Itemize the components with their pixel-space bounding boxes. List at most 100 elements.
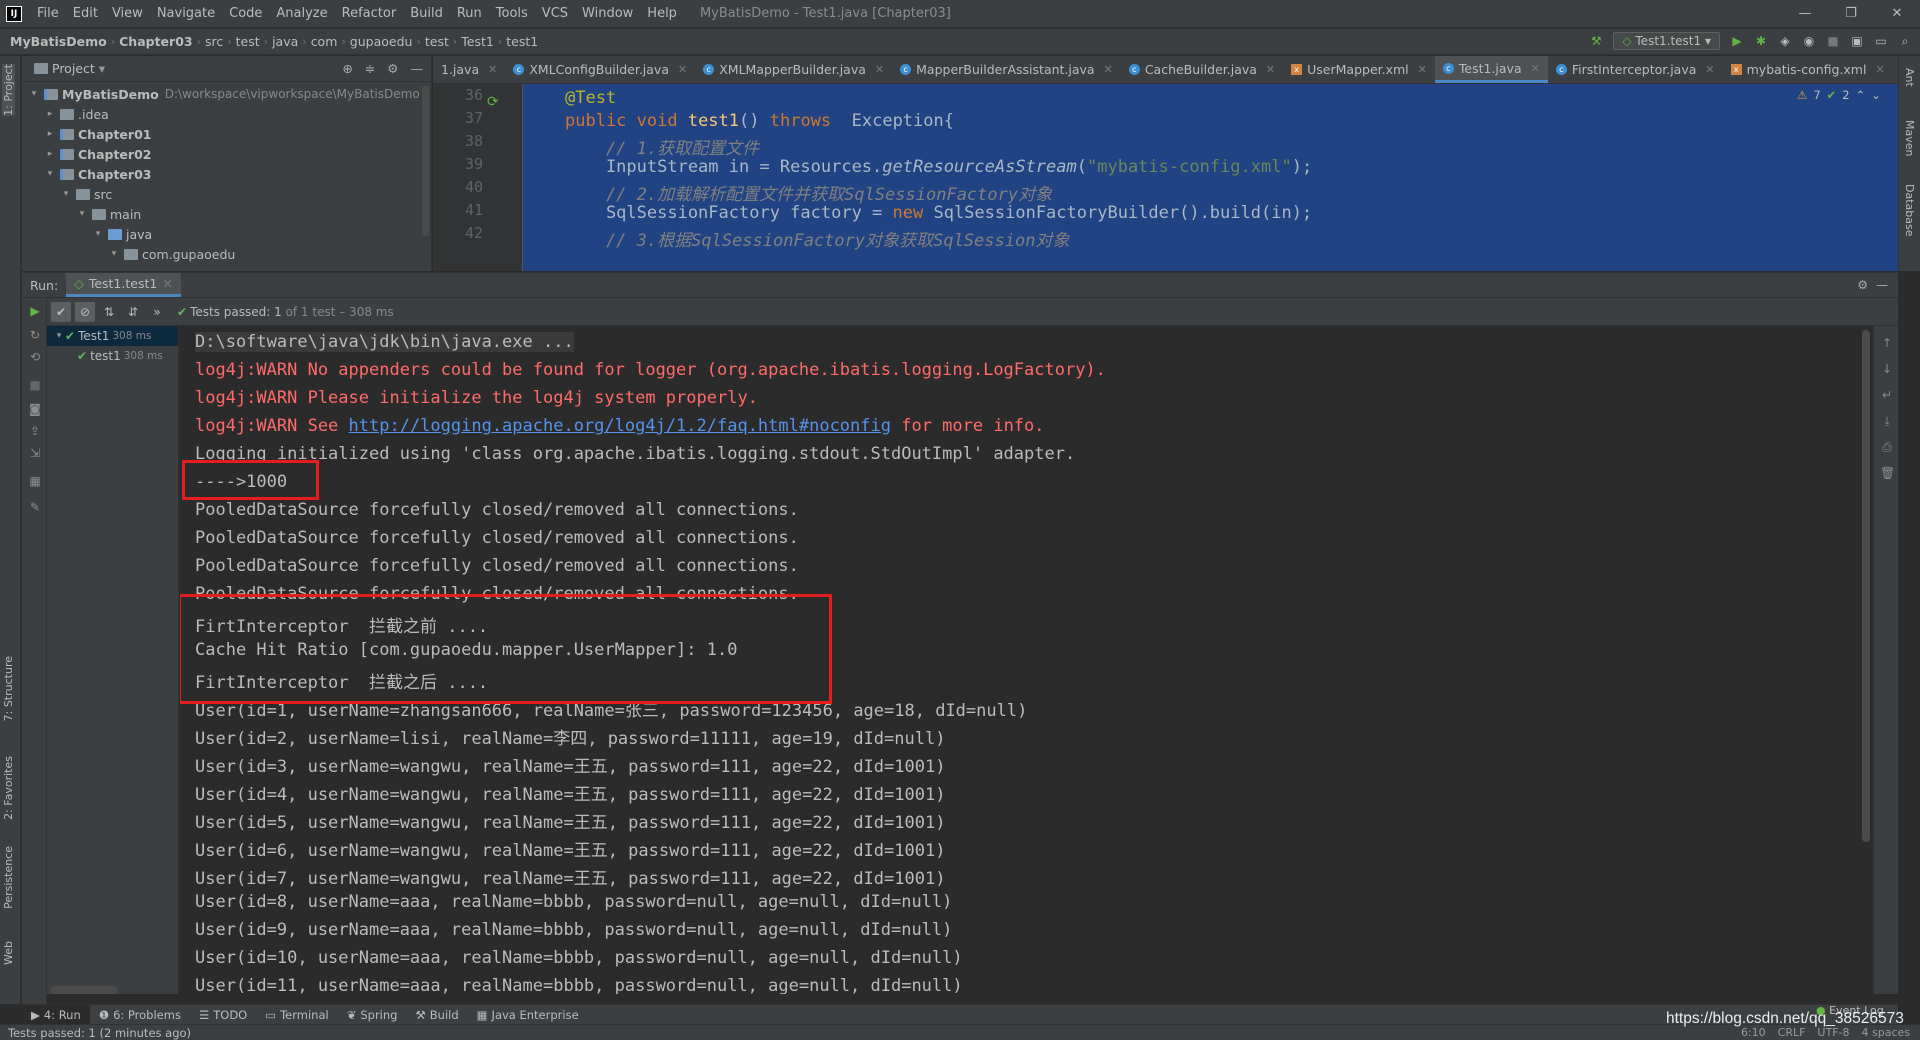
menu-run[interactable]: Run — [450, 6, 489, 21]
rerun-failed-icon[interactable]: ↻ — [28, 328, 42, 342]
project-panel-title[interactable]: Project — [52, 61, 95, 76]
hide-icon[interactable]: — — [411, 61, 424, 76]
breadcrumb-item[interactable]: src — [201, 34, 227, 49]
tool-window-button[interactable]: ❶ 6: Problems — [90, 1005, 190, 1024]
web-tool-button[interactable]: Web — [2, 941, 15, 965]
project-scrollbar[interactable] — [422, 86, 429, 236]
project-tree-item[interactable]: ▾ java — [22, 224, 431, 244]
code-editor[interactable]: @Test public void test1() throws Exceptio… — [523, 84, 1898, 271]
maven-tool-button[interactable]: Maven — [1903, 120, 1916, 156]
debug-icon[interactable]: ✱ — [1754, 34, 1768, 48]
run-configuration-select[interactable]: ◇ Test1.test1 ▾ — [1613, 32, 1720, 50]
close-tab-icon[interactable]: ✕ — [1531, 62, 1540, 75]
breadcrumb-item[interactable]: MyBatisDemo — [6, 34, 111, 49]
layout-icon[interactable]: ▭ — [1874, 34, 1888, 48]
sort-duration-icon[interactable]: ⇵ — [123, 302, 143, 322]
menu-code[interactable]: Code — [222, 6, 269, 21]
run-icon[interactable]: ▶ — [1730, 34, 1744, 48]
stop-icon[interactable]: ■ — [1826, 34, 1840, 48]
scroll-to-end-icon[interactable]: ⤓ — [1880, 414, 1894, 429]
menu-file[interactable]: File — [30, 6, 66, 21]
menu-help[interactable]: Help — [640, 6, 684, 21]
close-icon[interactable]: ✕ — [1874, 0, 1920, 28]
structure-tool-button[interactable]: 7: Structure — [2, 656, 15, 721]
collapsed-arrow-icon[interactable]: ▸ — [44, 109, 56, 119]
collapse-all-icon[interactable]: ≑ — [365, 61, 375, 76]
menu-refactor[interactable]: Refactor — [335, 6, 404, 21]
editor-tab[interactable]: c CacheBuilder.java ✕ — [1121, 56, 1283, 83]
run-test-gutter-icon[interactable]: ⟳ — [487, 94, 499, 110]
project-tree-item[interactable]: ▾ main — [22, 204, 431, 224]
menu-vcs[interactable]: VCS — [535, 6, 575, 21]
minimize-icon[interactable]: — — [1782, 0, 1828, 28]
tool-window-button[interactable]: ⚒ Build — [406, 1005, 467, 1024]
menu-window[interactable]: Window — [575, 6, 640, 21]
build-hammer-icon[interactable]: ⚒ — [1589, 34, 1603, 48]
layout-icon-2[interactable]: ▦ — [28, 474, 42, 488]
menu-analyze[interactable]: Analyze — [269, 6, 334, 21]
expanded-arrow-icon[interactable]: ▾ — [108, 249, 120, 259]
project-tree-item[interactable]: ▸ Chapter01 — [22, 124, 431, 144]
breadcrumb-item[interactable]: test — [421, 34, 453, 49]
breadcrumb-item[interactable]: gupaoedu — [346, 34, 417, 49]
expanded-arrow-icon[interactable]: ▾ — [92, 229, 104, 239]
editor-tab[interactable]: c FirstInterceptor.java ✕ — [1548, 56, 1723, 83]
toggle-auto-test-icon[interactable]: ⟲ — [28, 350, 42, 364]
show-ignored-icon[interactable]: ⊘ — [75, 301, 95, 322]
tool-window-button[interactable]: ❦ Spring — [338, 1005, 407, 1024]
clear-all-icon[interactable]: 🗑 — [1880, 466, 1895, 480]
project-tree-item[interactable]: ▾ com.gupaoedu — [22, 244, 431, 264]
run-settings-icon[interactable]: ⚙ — [1857, 278, 1868, 292]
tool-window-button[interactable]: ▭ Terminal — [256, 1005, 337, 1024]
test-tree-item[interactable]: ▾ ✔ Test1 308 ms — [47, 326, 178, 346]
close-tab-icon[interactable]: ✕ — [1266, 63, 1275, 76]
menu-view[interactable]: View — [105, 6, 150, 21]
project-tool-button[interactable]: 1: Project — [2, 64, 15, 116]
tool-window-button[interactable]: ▶ 4: Run — [22, 1005, 90, 1024]
project-tree-item[interactable]: ▸ Chapter02 — [22, 144, 431, 164]
database-tool-button[interactable]: Database — [1903, 184, 1916, 237]
locate-icon[interactable]: ⊕ — [342, 61, 352, 76]
project-structure-icon[interactable]: ▣ — [1850, 34, 1864, 48]
project-tree-item[interactable]: ▾ Chapter03 — [22, 164, 431, 184]
breadcrumb-item[interactable]: java — [268, 34, 302, 49]
editor-tab[interactable]: c XMLConfigBuilder.java ✕ — [505, 56, 695, 83]
collapsed-arrow-icon[interactable]: ▸ — [44, 129, 56, 139]
close-tab-icon[interactable]: ✕ — [678, 63, 687, 76]
run-hide-icon[interactable]: — — [1876, 278, 1888, 292]
menu-navigate[interactable]: Navigate — [150, 6, 222, 21]
editor-tab[interactable]: x UserMapper.xml ✕ — [1283, 56, 1435, 83]
settings-icon[interactable]: ⚙ — [387, 61, 398, 76]
close-tab-icon[interactable]: ✕ — [1104, 63, 1113, 76]
editor-tab[interactable]: c XMLMapperBuilder.java ✕ — [695, 56, 892, 83]
project-tree-item[interactable]: ▾ src — [22, 184, 431, 204]
menu-edit[interactable]: Edit — [66, 6, 105, 21]
console-output[interactable]: D:\software\java\jdk\bin\java.exe ... lo… — [180, 326, 1873, 994]
search-icon[interactable]: ⌕ — [1898, 34, 1912, 48]
coverage-icon[interactable]: ◈ — [1778, 34, 1792, 48]
sort-alpha-icon[interactable]: ⇅ — [99, 302, 119, 322]
down-arrow-icon[interactable]: ↓ — [1880, 362, 1894, 376]
persistence-tool-button[interactable]: Persistence — [2, 846, 15, 909]
stop-run-icon[interactable]: ■ — [28, 378, 42, 392]
project-tree-item[interactable]: ▾ MyBatisDemo D:\workspace\vipworkspace\My… — [22, 84, 431, 104]
test-tree-hscrollbar[interactable] — [50, 986, 118, 994]
more-icon[interactable]: » — [147, 302, 167, 322]
tool-window-button[interactable]: ▦ Java Enterprise — [468, 1005, 588, 1024]
favorites-tool-button[interactable]: 2: Favorites — [2, 756, 15, 820]
pin-icon[interactable]: ✎ — [28, 500, 42, 514]
close-tab-icon[interactable]: ✕ — [875, 63, 884, 76]
menu-tools[interactable]: Tools — [489, 6, 535, 21]
breadcrumb-item[interactable]: test1 — [502, 34, 542, 49]
test-tree-item[interactable]: ✔ test1 308 ms — [47, 346, 178, 366]
editor-tab[interactable]: IInterc — [1893, 56, 1898, 83]
collapsed-arrow-icon[interactable]: ▸ — [44, 149, 56, 159]
inspection-widget[interactable]: ⚠ 7 ✔ 2 ⌃ ⌄ — [1797, 88, 1881, 102]
profile-icon[interactable]: ◉ — [1802, 34, 1816, 48]
breadcrumb-item[interactable]: com — [307, 34, 342, 49]
breadcrumb-item[interactable]: Chapter03 — [115, 34, 196, 49]
console-scrollbar[interactable] — [1862, 330, 1870, 842]
expanded-arrow-icon[interactable]: ▾ — [44, 169, 56, 179]
close-tab-icon[interactable]: ✕ — [1418, 63, 1427, 76]
tool-window-button[interactable]: ☰ TODO — [190, 1005, 256, 1024]
